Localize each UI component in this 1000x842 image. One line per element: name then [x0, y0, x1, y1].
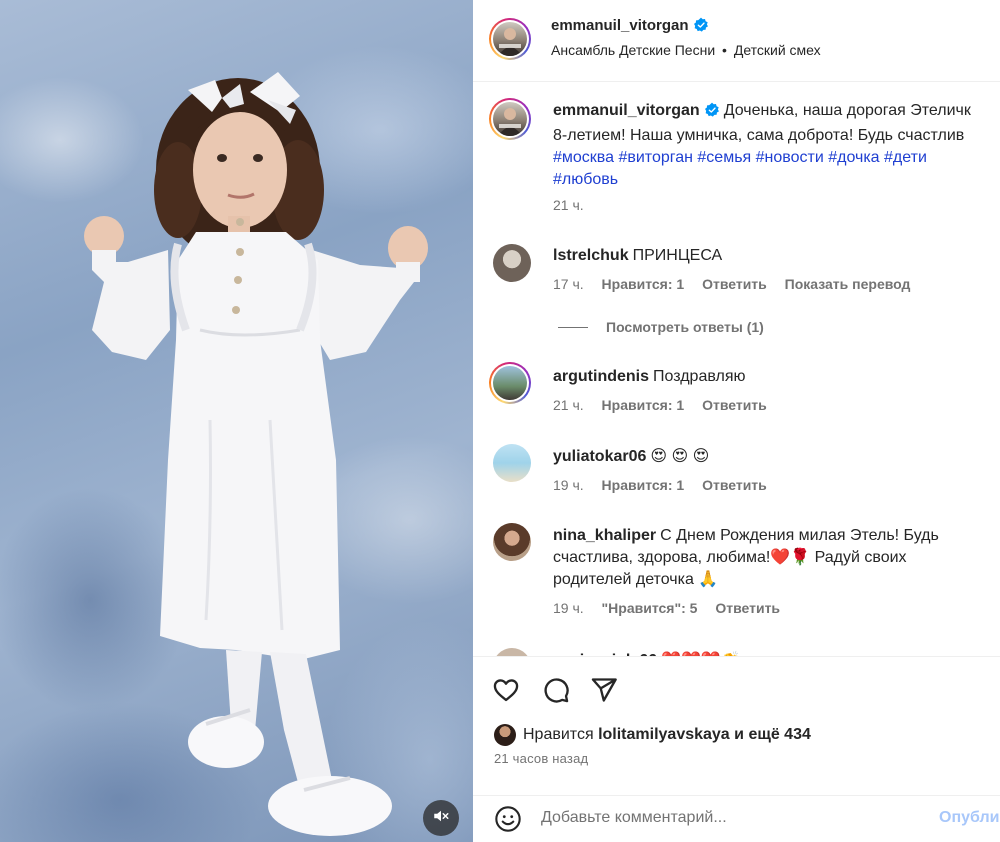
caption-hashtag-love[interactable]: #любовь [553, 171, 618, 188]
comment-body-line-1: С Днем Рождения милая Этель! Будь [660, 527, 939, 544]
comment-time[interactable]: 19 ч. [553, 600, 584, 616]
comments-list[interactable]: emmanuil_vitorgan Доченька, наша дорогая … [473, 83, 1000, 656]
caption-username[interactable]: emmanuil_vitorgan [553, 102, 700, 119]
comment-avatar[interactable] [493, 523, 531, 561]
replies-divider [558, 326, 588, 328]
author-username-text[interactable]: emmanuil_vitorgan [551, 17, 689, 34]
audio-artist[interactable]: Ансамбль Детские Песни [551, 42, 715, 58]
comment-meta: 19 ч. Нравится: 1 Ответить [553, 477, 781, 493]
author-avatar[interactable] [489, 18, 531, 60]
heart-icon [492, 676, 520, 709]
reply-button[interactable]: Ответить [702, 477, 767, 493]
comment-likes[interactable]: Нравится: 1 [602, 477, 685, 493]
comment-meta: 21 ч. Нравится: 1 Ответить [553, 397, 781, 413]
comment-input[interactable]: Добавьте комментарий... [541, 809, 727, 827]
comment-button[interactable] [539, 675, 573, 709]
mute-button[interactable] [423, 800, 459, 836]
comment-bubble-icon [542, 676, 570, 709]
add-comment-bar: Добавьте комментарий... Опубли [473, 795, 1000, 842]
comment-meta: 17 ч. Нравится: 1 Ответить Показать пере… [553, 276, 924, 292]
comment-body-line-3: родителей деточка 🙏 [553, 571, 719, 588]
post-photo [84, 72, 428, 836]
post-side-panel: emmanuil_vitorgan Ансамбль Детские Песни… [473, 0, 1000, 842]
comment-text: yuliatokar06 😍 😍 😍 [553, 446, 1000, 468]
like-button[interactable] [489, 675, 523, 709]
emoji-button[interactable] [491, 804, 525, 838]
caption-line-1: Доченька, наша дорогая Этеличк [723, 102, 971, 119]
reply-button[interactable]: Ответить [702, 276, 767, 292]
post-header: emmanuil_vitorgan Ансамбль Детские Песни… [473, 0, 1000, 82]
comment-body: Поздравляю [653, 368, 746, 385]
caption-hashtags[interactable]: #москва #виторган #семья #новости #дочка… [553, 149, 927, 166]
comment-text: lstrelchuk ПРИНЦЕСА [553, 245, 1000, 267]
comment-username[interactable]: argutindenis [553, 368, 649, 385]
translate-button[interactable]: Показать перевод [785, 276, 911, 292]
audio-separator: • [722, 42, 727, 58]
comment-username[interactable]: yuliatokar06 [553, 448, 646, 465]
comment-avatar[interactable] [493, 648, 531, 656]
liker-username[interactable]: lolitamilyavskaya [598, 726, 730, 744]
verified-badge-icon [704, 102, 720, 125]
likes-prefix: Нравится [523, 726, 594, 743]
comment-likes[interactable]: Нравится: 1 [602, 397, 685, 413]
caption-time[interactable]: 21 ч. [553, 197, 584, 213]
audio-title[interactable]: Детский смех [734, 42, 821, 58]
post-media[interactable] [0, 0, 473, 842]
audio-info[interactable]: Ансамбль Детские Песни • Детский смех [551, 42, 821, 58]
comment-text: nina_khaliper С Днем Рождения милая Этель… [553, 525, 1000, 591]
comment-avatar[interactable] [489, 362, 531, 404]
comment-meta: 19 ч. "Нравится": 5 Ответить [553, 600, 794, 616]
comment-likes[interactable]: "Нравится": 5 [602, 600, 698, 616]
comment-time[interactable]: 21 ч. [553, 397, 584, 413]
reply-button[interactable]: Ответить [715, 600, 780, 616]
comment-time[interactable]: 19 ч. [553, 477, 584, 493]
share-button[interactable] [587, 675, 621, 709]
view-replies-label[interactable]: Посмотреть ответы (1) [606, 319, 764, 335]
comment-body: 😍 😍 😍 [650, 448, 710, 465]
comment-likes[interactable]: Нравится: 1 [602, 276, 685, 292]
smiley-icon [494, 805, 522, 838]
post-time-ago[interactable]: 21 часов назад [494, 751, 588, 766]
verified-badge-icon [693, 17, 709, 37]
reply-button[interactable]: Ответить [702, 397, 767, 413]
speaker-muted-icon [432, 807, 450, 830]
liker-avatar[interactable] [494, 724, 516, 746]
comment-avatar[interactable] [493, 444, 531, 482]
comment-username[interactable]: nina_khaliper [553, 527, 656, 544]
comment-body-line-2: счастлива, здорова, любима!❤️🌹 Радуй сво… [553, 549, 907, 566]
comment-text: argutindenis Поздравляю [553, 366, 1000, 388]
caption-text: emmanuil_vitorgan Доченька, наша дорогая … [553, 100, 1000, 191]
comment-body: ПРИНЦЕСА [632, 247, 723, 264]
paper-plane-icon [590, 676, 618, 709]
publish-button[interactable]: Опубли [939, 809, 1000, 827]
comment-username[interactable]: lstrelchuk [553, 247, 629, 264]
comment-avatar[interactable] [493, 244, 531, 282]
comment-time[interactable]: 17 ч. [553, 276, 584, 292]
view-replies-button[interactable]: Посмотреть ответы (1) [558, 319, 764, 335]
caption-avatar[interactable] [489, 98, 531, 140]
caption-line-2: 8-летием! Наша умничка, сама доброта! Бу… [553, 127, 965, 144]
likes-summary[interactable]: Нравится lolitamilyavskaya и ещё 434 [494, 724, 811, 746]
likes-count[interactable]: и ещё 434 [734, 726, 811, 744]
caption-meta: 21 ч. [553, 197, 598, 213]
author-username[interactable]: emmanuil_vitorgan [551, 17, 709, 37]
